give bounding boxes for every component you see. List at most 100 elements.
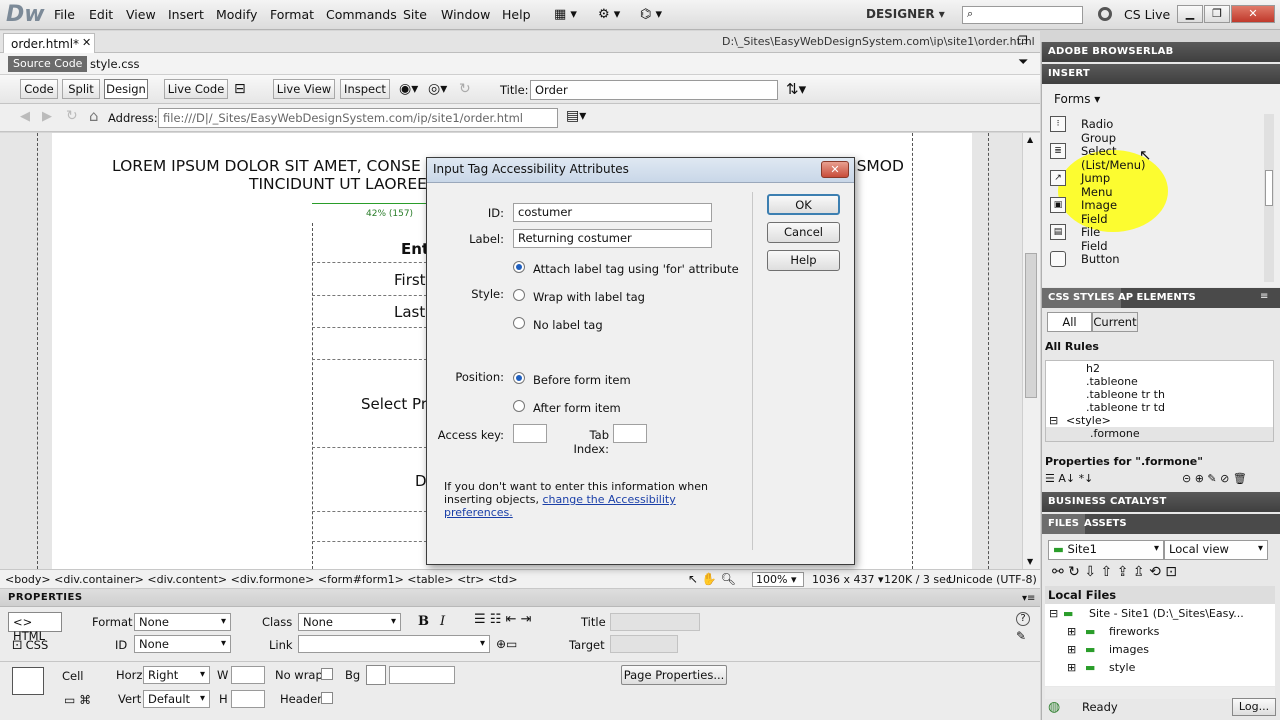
scroll-up-icon[interactable]: ▲ — [1027, 135, 1033, 144]
split-view-button[interactable]: Split — [62, 79, 100, 99]
style-attach-for-radio[interactable] — [513, 261, 525, 273]
scroll-thumb[interactable] — [1025, 253, 1037, 398]
check-compat-icon[interactable]: ⊟ — [234, 81, 246, 97]
menu-insert[interactable]: Insert — [168, 7, 204, 22]
visual-aids-icon[interactable]: ◎▾ — [428, 81, 447, 97]
log-button[interactable]: Log... — [1232, 698, 1276, 716]
address-input[interactable]: file:///D|/_Sites/EasyWebDesignSystem.co… — [158, 108, 558, 128]
files-toolbar-icons[interactable]: ⚯ ↻ ⇩ ⇧ ⇪ ⇫ ⟲ ⊡ — [1052, 564, 1177, 580]
horz-select[interactable]: Right — [143, 666, 210, 684]
rule-style-block[interactable]: <style> — [1066, 414, 1111, 427]
zoom-select[interactable]: 100% ▾ — [752, 572, 804, 587]
maximize-button[interactable]: ❐ — [1204, 5, 1230, 23]
list-buttons-icon[interactable]: ☰ ☷ ⇤ ⇥ — [474, 612, 532, 627]
merge-split-icon[interactable]: ▭ ⌘ — [64, 693, 91, 707]
link-input[interactable] — [298, 635, 490, 653]
format-select[interactable]: None — [134, 613, 231, 631]
quick-tag-editor-icon[interactable]: ✎ — [1016, 629, 1026, 643]
file-management-icon[interactable]: ⇅▾ — [786, 80, 806, 98]
scroll-down-icon[interactable]: ▼ — [1027, 557, 1033, 566]
tree-folder-style[interactable]: style — [1109, 661, 1135, 674]
layout-icon[interactable]: ▦ ▾ — [554, 7, 577, 22]
rule-formone[interactable]: .formone — [1090, 427, 1140, 440]
position-before-radio[interactable] — [513, 372, 525, 384]
class-select[interactable]: None — [298, 613, 401, 631]
insert-header[interactable]: INSERT — [1042, 64, 1280, 84]
files-tree[interactable]: ⊟ ▬ Site - Site1 (D:\_Sites\Easy... ⊞ ▬ … — [1045, 604, 1275, 686]
site-select[interactable]: ▬ Site1 — [1048, 540, 1164, 560]
restore-doc-icon[interactable]: ❐ — [1018, 34, 1028, 47]
tab-assets[interactable]: ASSETS — [1078, 514, 1133, 534]
tree-folder-fireworks[interactable]: fireworks — [1109, 625, 1159, 638]
menu-help[interactable]: Help — [502, 7, 531, 22]
extend-icon[interactable]: ⚙ ▾ — [598, 7, 620, 22]
site-icon[interactable]: ⌬ ▾ — [640, 7, 662, 22]
close-tab-icon[interactable]: ✕ — [82, 36, 91, 49]
panel-menu-icon[interactable]: ▾≡ — [1022, 593, 1035, 604]
target-select[interactable] — [610, 635, 678, 653]
menu-file[interactable]: File — [54, 7, 75, 22]
menu-edit[interactable]: Edit — [89, 7, 113, 22]
close-button[interactable]: ✕ — [1231, 5, 1275, 23]
menu-format[interactable]: Format — [270, 7, 314, 22]
select-tool-icon[interactable]: ↖ ✋ 🔍︎ — [688, 572, 736, 586]
window-size[interactable]: 1036 x 437 ▾ — [812, 573, 884, 586]
insert-scrollbar[interactable] — [1264, 114, 1274, 282]
css-view-icons[interactable]: ☰ A↓ *↓ — [1045, 472, 1093, 485]
browse-options-icon[interactable]: ▤▾ — [566, 108, 586, 124]
menu-view[interactable]: View — [126, 7, 156, 22]
filter-icon[interactable]: ⏷ — [1018, 55, 1028, 70]
page-properties-button[interactable]: Page Properties... — [621, 665, 727, 685]
dialog-id-input[interactable]: costumer — [513, 203, 712, 222]
rule-tableone-td[interactable]: .tableone tr td — [1086, 401, 1165, 414]
cancel-button[interactable]: Cancel — [767, 222, 840, 243]
code-view-button[interactable]: Code — [20, 79, 58, 99]
search-input[interactable]: ⌕ — [962, 6, 1083, 24]
tree-expand-icon[interactable]: ⊞ — [1067, 661, 1076, 674]
minimize-button[interactable]: ▁ — [1177, 5, 1203, 23]
css-all-button[interactable]: All — [1047, 312, 1092, 332]
workspace-switcher[interactable]: DESIGNER ▾ — [866, 7, 945, 21]
italic-button[interactable]: I — [440, 614, 445, 629]
tree-folder-images[interactable]: images — [1109, 643, 1149, 656]
view-select[interactable]: Local view — [1164, 540, 1268, 560]
help-icon[interactable]: ? — [1016, 612, 1030, 626]
title-input[interactable]: Order — [530, 80, 778, 100]
access-key-input[interactable] — [513, 424, 547, 443]
preview-icon[interactable]: ◉▾ — [399, 81, 418, 97]
tree-collapse-icon[interactable]: ⊟ — [1049, 607, 1058, 620]
tree-expand-icon[interactable]: ⊞ — [1067, 643, 1076, 656]
live-view-button[interactable]: Live View — [273, 79, 335, 99]
css-mode-button[interactable]: ⚀ CSS — [8, 636, 62, 656]
id-select[interactable]: None — [134, 635, 231, 653]
tab-ap-elements[interactable]: AP ELEMENTS — [1112, 288, 1202, 308]
position-after-radio[interactable] — [513, 400, 525, 412]
tree-site-root[interactable]: Site - Site1 (D:\_Sites\Easy... — [1089, 607, 1244, 620]
bg-color-input[interactable] — [389, 666, 455, 684]
browserlab-header[interactable]: ADOBE BROWSERLAB — [1042, 42, 1280, 62]
rule-h2[interactable]: h2 — [1086, 362, 1100, 375]
css-action-icons[interactable]: ⊝ ⊕ ✎ ⊘ 🗑︎ — [1182, 472, 1247, 485]
reload-icon[interactable]: ↻ — [66, 108, 78, 124]
design-view-button[interactable]: Design — [104, 79, 148, 99]
height-input[interactable] — [231, 690, 265, 708]
related-style-css[interactable]: style.css — [90, 57, 140, 71]
header-checkbox[interactable] — [321, 692, 333, 704]
refresh-icon[interactable]: ↻ — [459, 81, 471, 97]
home-icon[interactable]: ⌂ — [89, 107, 99, 125]
inspect-button[interactable]: Inspect — [340, 79, 390, 99]
help-button[interactable]: Help — [767, 250, 840, 271]
insert-category-select[interactable]: Forms ▾ — [1054, 92, 1100, 106]
style-wrap-radio[interactable] — [513, 289, 525, 301]
business-catalyst-header[interactable]: BUSINESS CATALYST — [1042, 492, 1280, 512]
bold-button[interactable]: B — [418, 614, 429, 629]
nowrap-checkbox[interactable] — [321, 668, 333, 680]
dialog-close-button[interactable]: ✕ — [821, 161, 849, 178]
back-icon[interactable]: ◀ — [20, 109, 30, 124]
menu-site[interactable]: Site — [403, 7, 427, 22]
cs-live-button[interactable]: CS Live — [1124, 7, 1170, 22]
style-no-label-radio[interactable] — [513, 317, 525, 329]
css-current-button[interactable]: Current — [1092, 312, 1138, 332]
title-field-input[interactable] — [610, 613, 700, 631]
menu-modify[interactable]: Modify — [216, 7, 257, 22]
